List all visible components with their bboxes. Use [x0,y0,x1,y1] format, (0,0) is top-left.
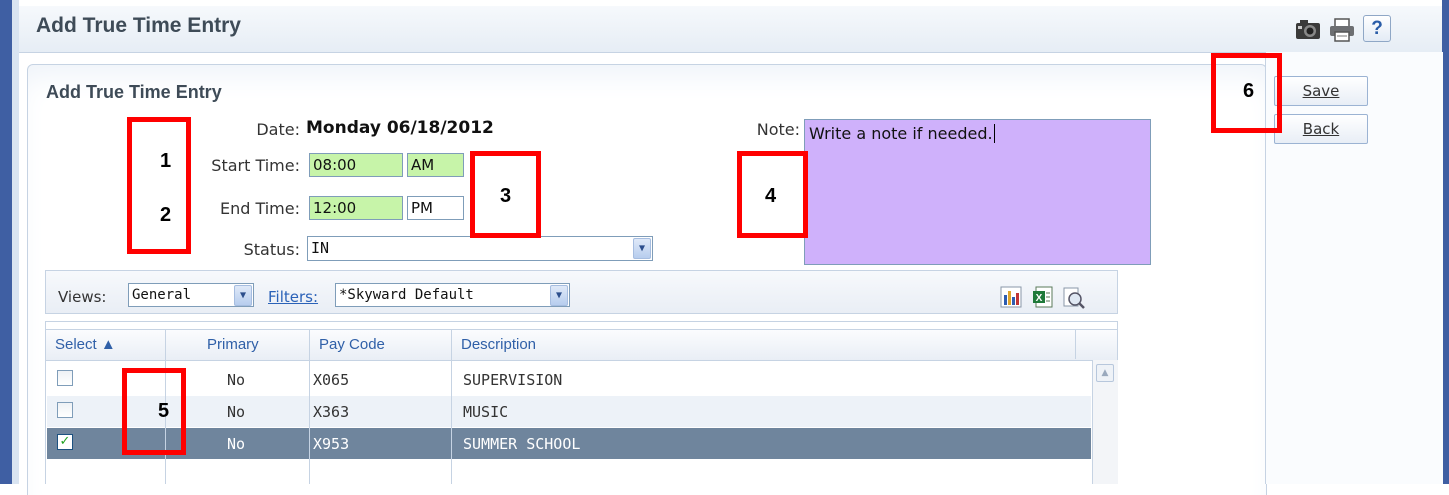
status-select[interactable]: IN ▼ [307,236,653,261]
description-cell: MUSIC [463,403,509,421]
chevron-down-icon[interactable]: ▼ [550,285,568,306]
column-divider [309,329,310,484]
annotation-number-3: 3 [500,185,512,207]
annotation-number-6: 6 [1243,80,1255,102]
row-checkbox[interactable] [57,370,73,386]
column-header-pay-code[interactable]: Pay Code [319,336,385,353]
chevron-down-icon[interactable]: ▼ [633,238,651,259]
filters-value: *Skyward Default [339,287,474,303]
svg-text:X: X [1036,293,1043,304]
annotation-number-2: 2 [160,204,172,226]
print-preview-icon[interactable] [1062,286,1085,309]
save-label: Save [1302,82,1340,100]
back-label: Back [1302,120,1340,138]
help-button[interactable]: ? [1363,15,1391,42]
pay-code-cell: X363 [313,403,350,421]
chart-icon[interactable] [1000,286,1022,308]
views-select[interactable]: General ▼ [128,283,254,307]
column-header-select[interactable]: Select ▲ [55,336,116,353]
annotation-number-5: 5 [158,400,170,422]
status-value: IN [311,239,330,257]
end-ampm-input[interactable]: PM [407,196,464,220]
views-value: General [132,287,192,303]
filters-select[interactable]: *Skyward Default ▼ [335,283,570,307]
pay-code-cell: X953 [313,435,350,453]
primary-cell: No [227,403,246,421]
table-row[interactable]: No X065 SUPERVISION [47,364,1091,395]
back-button[interactable]: Back [1274,114,1368,144]
form-title: Add True Time Entry [46,82,222,102]
note-textarea[interactable]: Write a note if needed. [804,119,1151,265]
camera-icon[interactable] [1294,17,1322,43]
filters-link[interactable]: Filters: [268,288,318,306]
column-divider [451,329,452,484]
end-time-input[interactable]: 12:00 [309,196,403,220]
window-left-border [0,0,12,484]
scroll-up-icon[interactable]: ▲ [1096,364,1114,382]
table-row[interactable]: No X363 MUSIC [47,396,1091,427]
note-label: Note: [756,120,800,139]
row-checkbox-checked[interactable]: ✓ [57,434,73,450]
table-row-selected[interactable]: ✓ No X953 SUMMER SCHOOL [47,428,1091,459]
views-label: Views: [58,288,107,306]
annotation-box-5 [122,368,186,455]
note-text: Write a note if needed. [809,124,993,143]
chevron-down-icon[interactable]: ▼ [234,285,252,306]
column-divider [1075,329,1076,359]
page-title: Add True Time Entry [36,14,241,37]
excel-export-icon[interactable]: X [1032,286,1054,308]
annotation-number-4: 4 [765,185,777,207]
window-right-border [1442,0,1449,484]
save-button[interactable]: Save [1274,76,1368,106]
start-ampm-input[interactable]: AM [407,153,464,177]
pay-code-cell: X065 [313,371,350,389]
text-cursor [993,124,995,143]
description-cell: SUPERVISION [463,371,563,389]
start-time-input[interactable]: 08:00 [309,153,403,177]
printer-icon[interactable] [1328,17,1356,43]
date-value: Monday 06/18/2012 [306,118,494,138]
annotation-number-1: 1 [160,150,172,172]
annotation-box-1-2 [127,117,191,254]
description-cell: SUMMER SCHOOL [463,435,581,453]
window-left-gutter [12,0,19,484]
primary-cell: No [227,371,246,389]
date-label: Date: [256,120,300,139]
row-checkbox[interactable] [57,402,73,418]
help-icon: ? [1371,18,1383,39]
primary-cell: No [227,435,246,453]
column-header-description[interactable]: Description [461,336,536,353]
column-header-primary[interactable]: Primary [207,336,259,353]
